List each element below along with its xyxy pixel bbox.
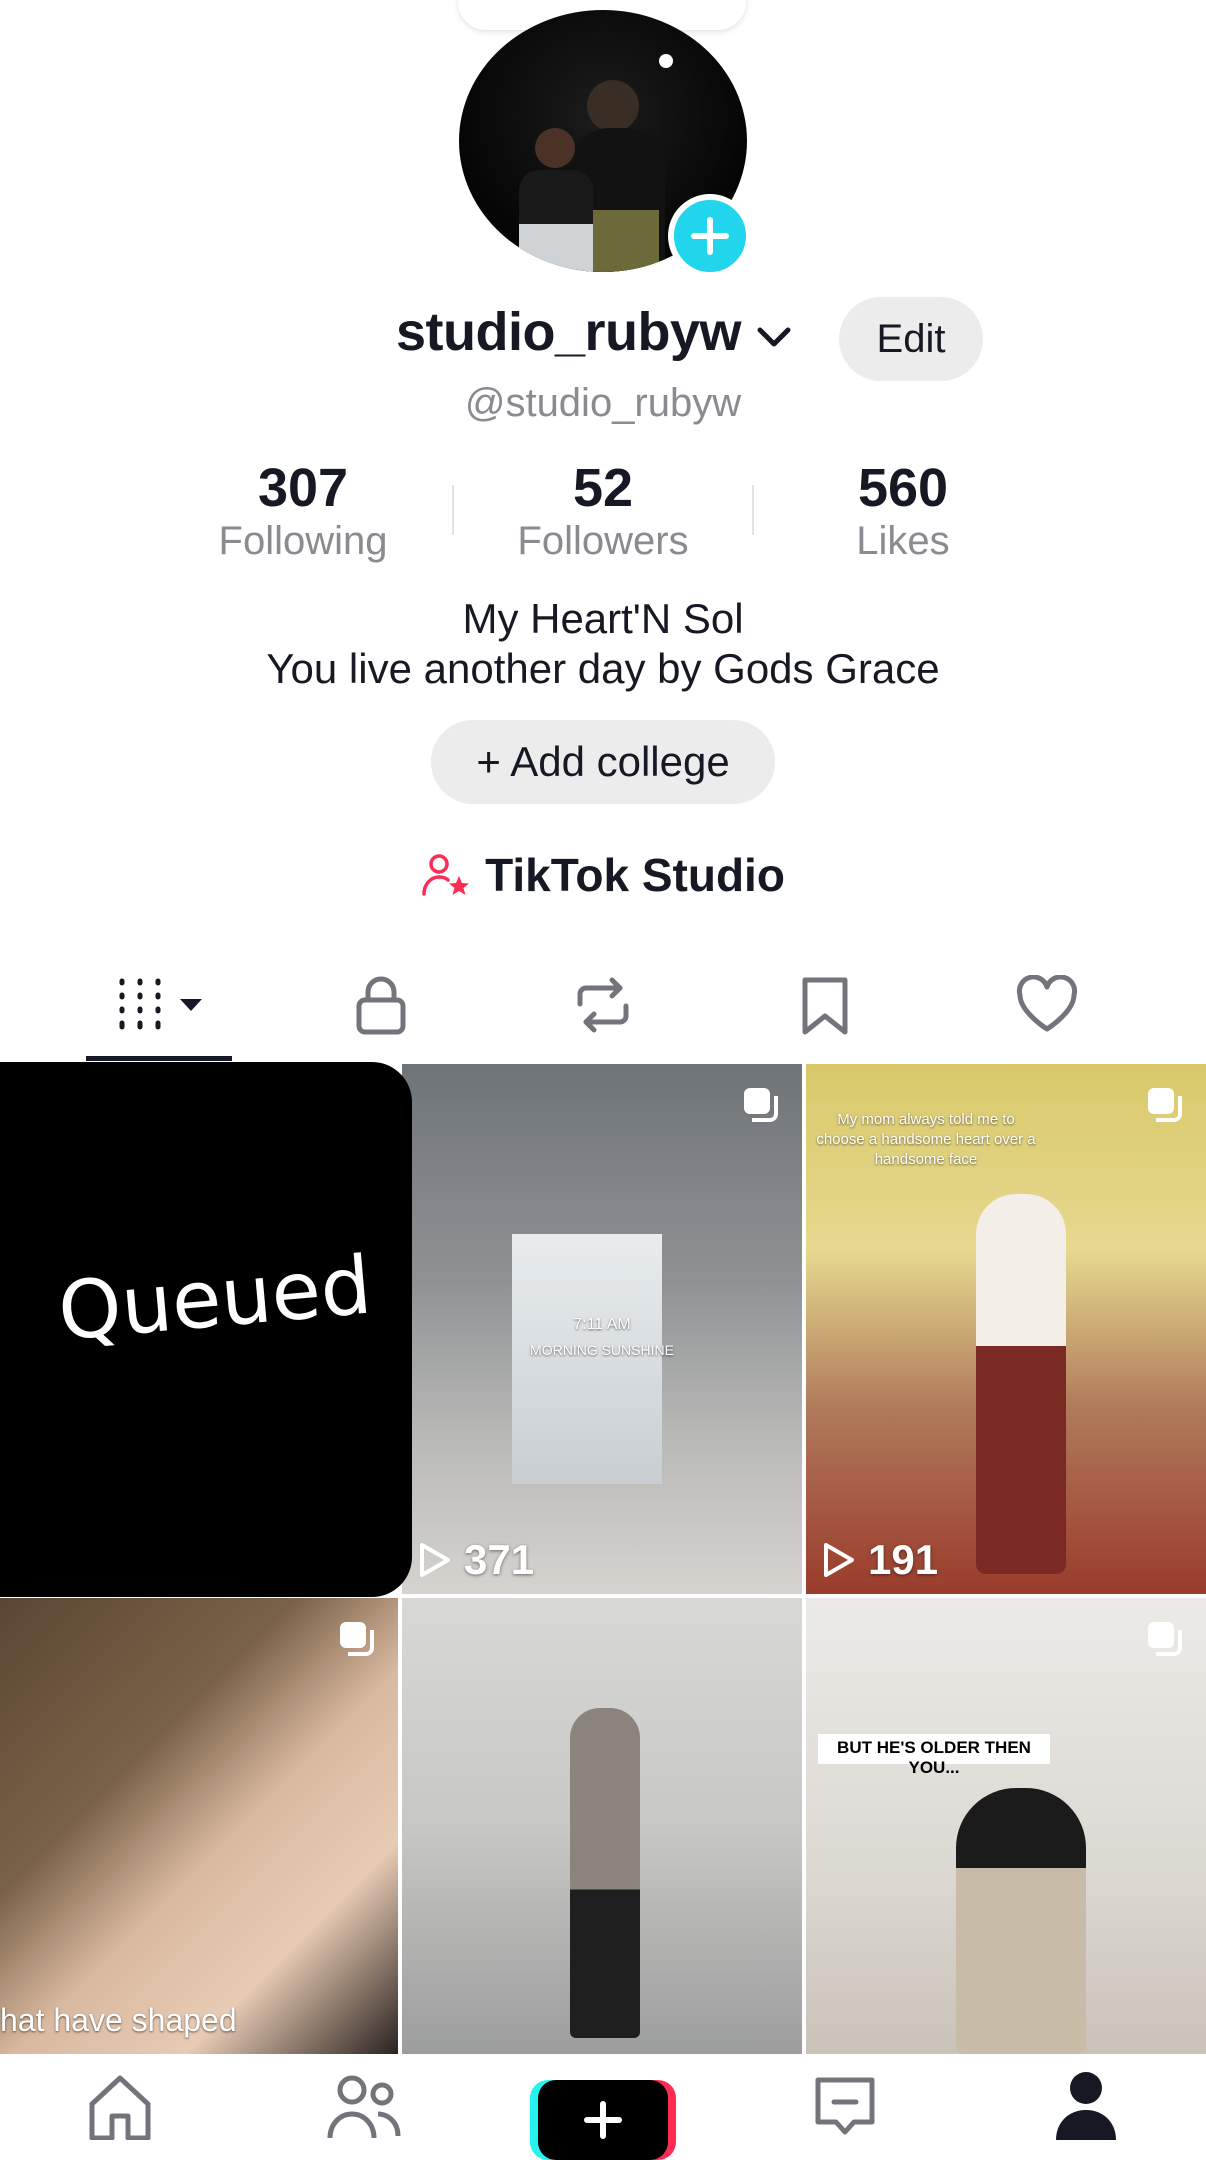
inbox-icon[interactable] xyxy=(812,2074,878,2140)
video-tile[interactable] xyxy=(402,1598,802,2054)
play-icon xyxy=(824,1543,854,1577)
tab-private[interactable] xyxy=(341,970,421,1040)
profile-handle: @studio_rubyw xyxy=(464,381,742,425)
photo-carousel-icon xyxy=(1148,1622,1182,1656)
followers-label: Followers xyxy=(517,519,689,563)
view-count-value: 371 xyxy=(464,1536,535,1583)
profile-icon[interactable] xyxy=(1054,2070,1118,2140)
video-tile[interactable]: 7:11 AM MORNING SUNSHINE 371 xyxy=(402,1064,802,1594)
tab-favorites[interactable] xyxy=(785,970,865,1040)
add-college-button[interactable]: + Add college xyxy=(431,720,775,804)
person-image xyxy=(976,1194,1066,1574)
photo-carousel-icon xyxy=(340,1622,374,1656)
stat-following[interactable]: 307 Following xyxy=(183,458,423,564)
bio: My Heart'N Sol You live another day by G… xyxy=(0,594,1206,694)
queued-video-tile[interactable]: Queued xyxy=(0,1062,412,1597)
tab-liked[interactable] xyxy=(1007,970,1087,1040)
tiktok-studio-link[interactable]: TikTok Studio xyxy=(0,845,1206,905)
photo-carousel-icon xyxy=(1148,1088,1182,1122)
person-image xyxy=(570,1708,640,2038)
add-story-plus-icon[interactable] xyxy=(668,194,752,278)
queued-label: Queued xyxy=(54,1238,376,1359)
video-overlay-caption: BUT HE'S OLDER THEN YOU... xyxy=(837,1738,1031,1777)
video-overlay-caption: My mom always told me to choose a handso… xyxy=(816,1111,1036,1168)
display-name[interactable]: studio_rubyw xyxy=(396,302,742,362)
video-overlay-time: 7:11 AM xyxy=(573,1316,631,1333)
home-icon[interactable] xyxy=(84,2070,156,2140)
photo-carousel-icon xyxy=(744,1088,778,1122)
create-button[interactable] xyxy=(538,2080,668,2160)
repost-icon xyxy=(577,977,629,1033)
window-image xyxy=(512,1234,662,1484)
bio-line: My Heart'N Sol xyxy=(462,595,744,642)
tab-active-indicator xyxy=(86,1056,232,1061)
tab-reposts[interactable] xyxy=(563,970,643,1040)
video-tile[interactable]: hat have shaped xyxy=(0,1598,398,2054)
video-tile[interactable]: My mom always told me to choose a handso… xyxy=(806,1064,1206,1594)
heart-icon xyxy=(1016,975,1078,1032)
stat-divider xyxy=(452,485,454,535)
followers-count: 52 xyxy=(572,458,634,518)
play-icon xyxy=(420,1543,450,1577)
bio-line: You live another day by Gods Grace xyxy=(266,645,940,692)
video-overlay-caption: hat have shaped xyxy=(0,2002,237,2038)
edit-profile-button[interactable]: Edit xyxy=(839,297,983,381)
likes-count: 560 xyxy=(857,458,949,518)
following-count: 307 xyxy=(257,458,349,518)
grid-icon xyxy=(119,978,202,1030)
person-image xyxy=(956,1788,1086,2054)
view-count: 371 xyxy=(418,1536,534,1584)
following-label: Following xyxy=(218,519,388,563)
view-count-value: 191 xyxy=(868,1536,939,1583)
tiktok-studio-label: TikTok Studio xyxy=(485,849,785,901)
bookmark-icon xyxy=(802,977,848,1035)
video-overlay-caption: MORNING SUNSHINE xyxy=(530,1342,674,1358)
video-tile[interactable]: BUT HE'S OLDER THEN YOU... xyxy=(806,1598,1206,2054)
creator-star-icon xyxy=(422,854,470,896)
create-icon xyxy=(584,2101,622,2139)
likes-label: Likes xyxy=(856,519,950,563)
stat-divider xyxy=(752,485,754,535)
view-count: 191 xyxy=(822,1536,938,1584)
friends-icon[interactable] xyxy=(326,2072,402,2140)
stat-likes[interactable]: 560 Likes xyxy=(783,458,1023,564)
chevron-down-icon[interactable] xyxy=(754,322,794,352)
tab-videos-grid[interactable] xyxy=(112,970,216,1040)
lock-icon xyxy=(356,976,406,1035)
stat-followers[interactable]: 52 Followers xyxy=(483,458,723,564)
